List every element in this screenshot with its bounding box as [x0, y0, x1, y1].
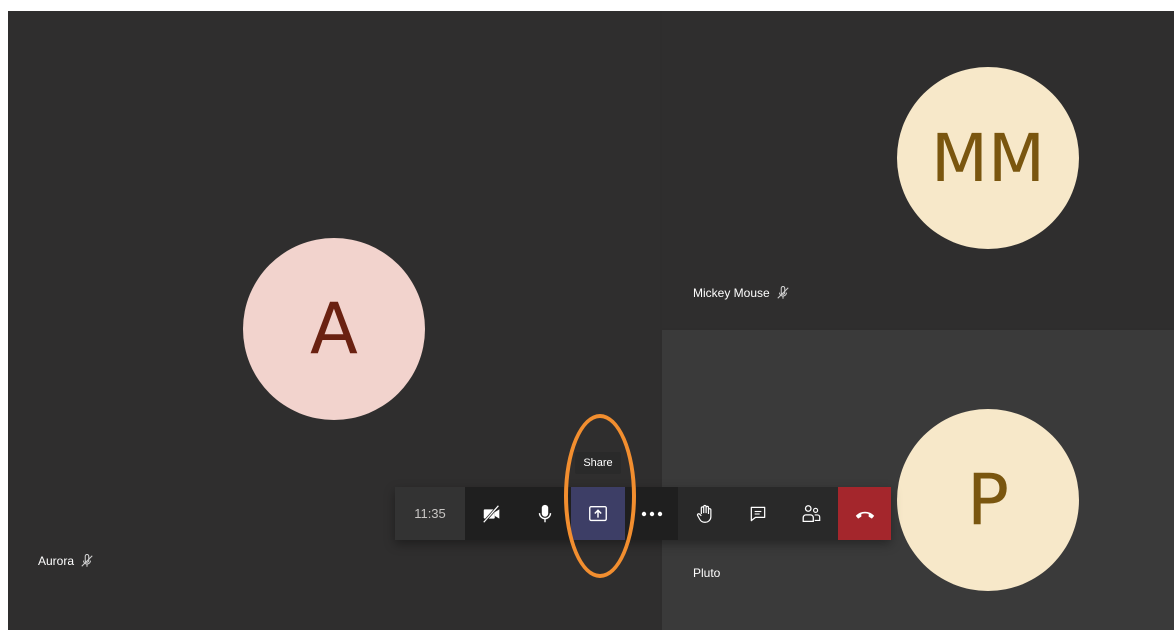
participant-name: Aurora	[38, 554, 75, 568]
share-tooltip: Share	[575, 452, 621, 474]
participant-name-label: Mickey Mouse	[693, 286, 790, 300]
participants-button[interactable]	[784, 487, 837, 540]
avatar-mickey-mouse: MM	[897, 67, 1079, 249]
raise-hand-icon	[696, 504, 711, 523]
more-options-icon	[641, 511, 662, 516]
participant-name-label: Aurora	[38, 554, 94, 568]
hang-up-icon	[855, 511, 874, 519]
more-options-button[interactable]	[625, 487, 678, 540]
hang-up-button[interactable]	[838, 487, 891, 540]
mic-off-icon	[81, 554, 93, 567]
avatar-pluto: P	[897, 409, 1079, 591]
raise-hand-button[interactable]	[678, 487, 731, 540]
avatar-initials: P	[966, 459, 1010, 541]
avatar-aurora: A	[243, 238, 425, 420]
camera-toggle-button[interactable]	[465, 487, 518, 540]
chat-icon	[750, 506, 765, 521]
microphone-toggle-button[interactable]	[518, 487, 571, 540]
chat-button[interactable]	[731, 487, 784, 540]
participant-name-label: Pluto	[693, 566, 720, 580]
avatar-initials: MM	[931, 119, 1045, 197]
meeting-controls	[678, 487, 838, 540]
participant-name: Mickey Mouse	[693, 286, 770, 300]
video-tile-mickey-mouse[interactable]: MM Mickey Mouse	[662, 11, 1174, 328]
video-off-icon	[482, 504, 499, 523]
participant-name: Pluto	[693, 566, 721, 580]
microphone-icon	[538, 504, 551, 522]
video-tile-pluto[interactable]: P Pluto	[662, 330, 1174, 630]
call-timer: 11:35	[414, 506, 446, 521]
call-controls-toolbar: 11:35	[395, 487, 891, 540]
media-controls	[465, 487, 678, 540]
avatar-initials: A	[310, 288, 358, 370]
participants-icon	[802, 504, 820, 522]
share-button[interactable]	[571, 487, 625, 540]
tooltip-text: Share	[583, 457, 613, 469]
call-duration: 11:35	[395, 487, 465, 540]
share-screen-icon	[589, 505, 607, 521]
mic-off-icon	[777, 286, 789, 299]
